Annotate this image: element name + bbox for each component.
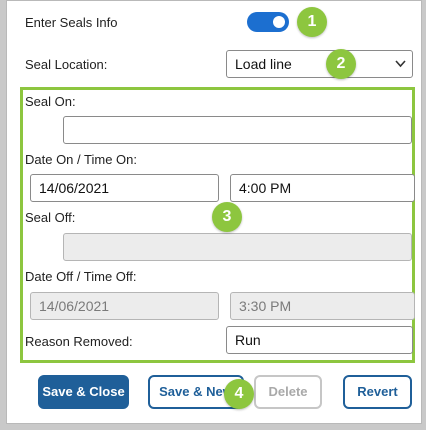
- seal-location-select[interactable]: Load line: [226, 50, 413, 78]
- seal-location-label: Seal Location:: [25, 57, 108, 72]
- reason-removed-label: Reason Removed:: [25, 334, 133, 349]
- callout-badge-1: 1: [297, 7, 327, 37]
- seal-on-input[interactable]: [63, 116, 412, 144]
- chevron-down-icon: [395, 56, 406, 76]
- callout-badge-2: 2: [326, 49, 356, 79]
- revert-button[interactable]: Revert: [343, 375, 412, 409]
- date-on-label: Date On / Time On:: [25, 152, 137, 167]
- date-off-label: Date Off / Time Off:: [25, 269, 137, 284]
- date-on-input[interactable]: 14/06/2021: [30, 174, 219, 202]
- toggle-knob: [273, 16, 285, 28]
- save-close-button[interactable]: Save & Close: [38, 375, 129, 409]
- date-off-input: 14/06/2021: [30, 292, 219, 320]
- callout-badge-3: 3: [212, 202, 242, 232]
- seal-on-label: Seal On:: [25, 94, 76, 109]
- seal-off-input: [63, 233, 412, 261]
- time-on-input[interactable]: 4:00 PM: [230, 174, 415, 202]
- seal-location-value: Load line: [235, 56, 292, 72]
- reason-removed-input[interactable]: Run: [226, 326, 413, 354]
- time-off-input: 3:30 PM: [230, 292, 415, 320]
- seal-off-label: Seal Off:: [25, 210, 76, 225]
- enter-seals-label: Enter Seals Info: [25, 15, 118, 30]
- delete-button: Delete: [254, 375, 322, 409]
- callout-badge-4: 4: [224, 379, 254, 409]
- enter-seals-toggle[interactable]: [247, 12, 289, 32]
